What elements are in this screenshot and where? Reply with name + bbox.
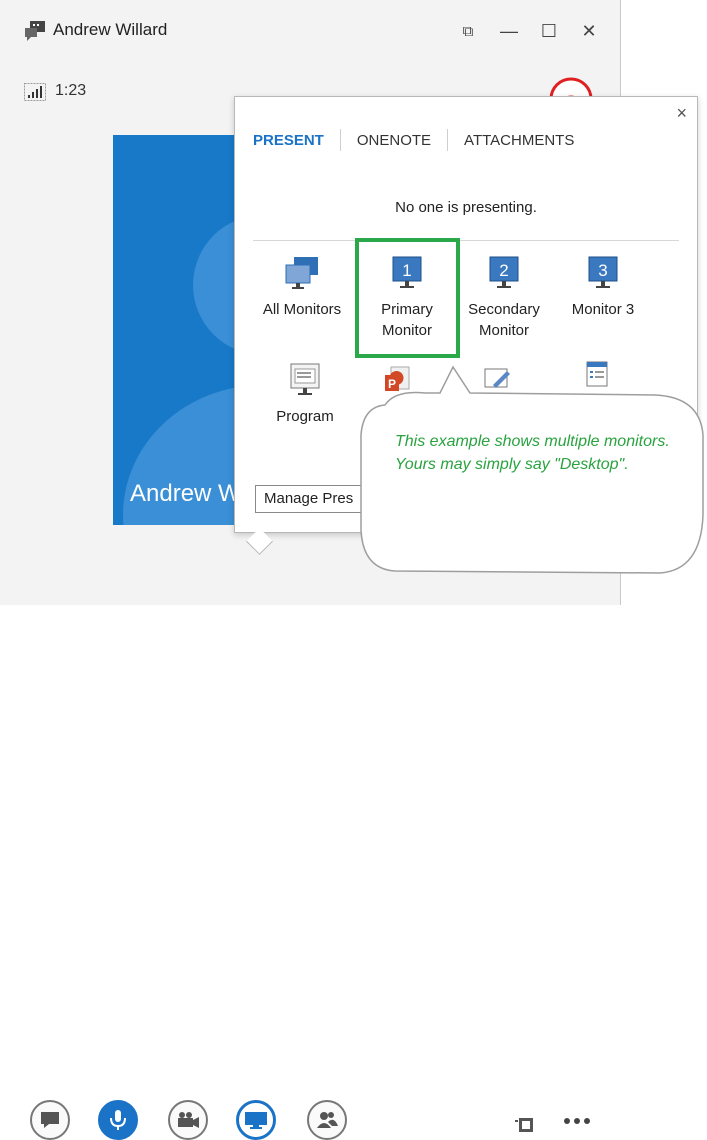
option-secondary-monitor[interactable]: 2 Secondary Monitor — [454, 255, 554, 341]
close-button[interactable]: ✕ — [576, 18, 602, 44]
option-label: Monitor 3 — [571, 301, 635, 318]
tab-attachments[interactable]: ATTACHMENTS — [448, 132, 590, 149]
microphone-icon — [110, 1110, 126, 1130]
monitor-3-icon: 3 — [588, 256, 618, 288]
callout-text: This example shows multiple monitors. Yo… — [395, 433, 670, 473]
call-timer: 1:23 — [55, 82, 87, 99]
title-bar: Andrew Willard ⧉ — ☐ ✕ — [0, 0, 620, 62]
option-label: Secondary Monitor — [468, 301, 540, 339]
monitor-number: 2 — [499, 261, 508, 280]
popup-close-button[interactable]: × — [676, 103, 687, 124]
divider — [253, 240, 679, 241]
chat-button[interactable] — [30, 1100, 70, 1140]
tab-present[interactable]: PRESENT — [253, 132, 340, 149]
primary-monitor-highlight — [355, 238, 460, 358]
chat-icon — [41, 1112, 59, 1128]
participants-button[interactable] — [307, 1100, 347, 1140]
content-icon[interactable] — [511, 1114, 543, 1136]
participants-icon — [317, 1112, 338, 1128]
monitor-2-icon: 2 — [489, 256, 519, 288]
minimize-button[interactable]: — — [496, 18, 522, 44]
signal-strength-icon — [24, 83, 46, 101]
conversation-icon — [25, 21, 45, 41]
maximize-button[interactable]: ☐ — [536, 18, 562, 44]
video-button[interactable] — [168, 1100, 208, 1140]
monitor-number: 3 — [598, 261, 607, 280]
restore-icon[interactable]: ⧉ — [455, 18, 481, 44]
tab-onenote[interactable]: ONENOTE — [341, 132, 447, 149]
popup-tabs: PRESENT ONENOTE ATTACHMENTS — [253, 129, 590, 151]
option-program[interactable]: Program — [255, 362, 355, 427]
option-label: Program — [276, 408, 334, 425]
program-icon — [290, 363, 320, 395]
more-options-icon[interactable] — [562, 1116, 592, 1126]
window-title: Andrew Willard — [53, 20, 168, 39]
monitor-icon — [245, 1112, 267, 1129]
callout-bubble — [360, 365, 704, 574]
presenting-status: No one is presenting. — [395, 199, 537, 216]
all-monitors-icon — [285, 257, 318, 289]
option-monitor-3[interactable]: 3 Monitor 3 — [553, 255, 653, 320]
video-camera-icon — [178, 1112, 199, 1128]
microphone-button[interactable] — [98, 1100, 138, 1140]
present-button[interactable] — [236, 1100, 276, 1140]
option-all-monitors[interactable]: All Monitors — [252, 255, 352, 320]
participant-name: Andrew W — [130, 480, 241, 507]
option-label: All Monitors — [262, 301, 342, 318]
